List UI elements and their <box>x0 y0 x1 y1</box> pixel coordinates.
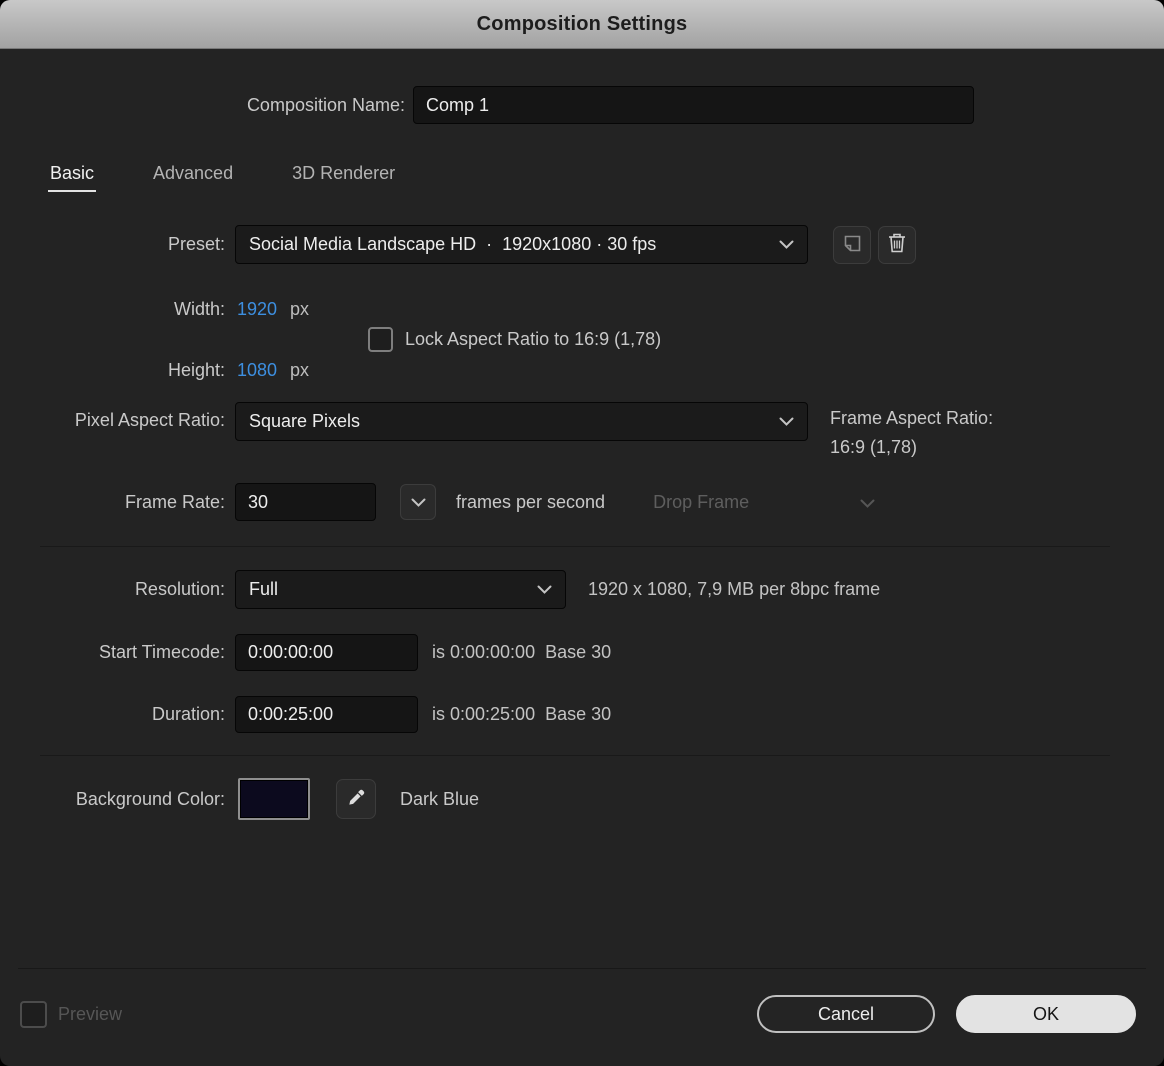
eyedropper-icon <box>346 788 366 811</box>
eyedropper-button[interactable] <box>336 779 376 819</box>
duration-label: Duration: <box>0 704 225 725</box>
duration-info: is 0:00:25:00 Base 30 <box>432 704 611 725</box>
lock-aspect-checkbox[interactable] <box>368 327 393 352</box>
frame-rate-label: Frame Rate: <box>0 492 225 513</box>
width-row: Width: 1920 px <box>0 299 1164 320</box>
duration-input[interactable] <box>235 696 418 733</box>
trash-icon <box>888 233 906 256</box>
width-unit: px <box>290 299 309 320</box>
frame-aspect-ratio: Frame Aspect Ratio: 16:9 (1,78) <box>830 404 993 441</box>
duration-row: Duration: is 0:00:25:00 Base 30 <box>0 696 1164 733</box>
pixel-aspect-ratio-row: Pixel Aspect Ratio: Square Pixels Frame … <box>0 402 1164 441</box>
start-timecode-label: Start Timecode: <box>0 642 225 663</box>
frames-per-second-label: frames per second <box>456 492 605 513</box>
ok-button[interactable]: OK <box>956 995 1136 1033</box>
resolution-label: Resolution: <box>0 579 225 600</box>
preset-row: Preset: Social Media Landscape HD · 1920… <box>0 225 1164 264</box>
height-value[interactable]: 1080 <box>237 360 277 381</box>
cancel-button[interactable]: Cancel <box>757 995 935 1033</box>
resolution-info: 1920 x 1080, 7,9 MB per 8bpc frame <box>588 579 880 600</box>
start-timecode-row: Start Timecode: is 0:00:00:00 Base 30 <box>0 634 1164 671</box>
height-row: Height: 1080 px <box>0 360 1164 381</box>
preview-checkbox <box>20 1001 47 1028</box>
pixel-aspect-ratio-dropdown[interactable]: Square Pixels <box>235 402 808 441</box>
composition-settings-dialog: Composition Settings Composition Name: B… <box>0 0 1164 1066</box>
title-bar[interactable]: Composition Settings <box>0 0 1164 49</box>
start-timecode-input[interactable] <box>235 634 418 671</box>
chevron-down-icon <box>537 585 552 594</box>
preset-value: Social Media Landscape HD · 1920x1080 · … <box>249 234 656 255</box>
lock-aspect-row: Lock Aspect Ratio to 16:9 (1,78) <box>0 327 1164 352</box>
lock-aspect-label[interactable]: Lock Aspect Ratio to 16:9 (1,78) <box>405 329 661 350</box>
frame-aspect-ratio-value: 16:9 (1,78) <box>830 433 993 462</box>
tab-advanced[interactable]: Advanced <box>151 163 235 192</box>
preset-label: Preset: <box>0 234 225 255</box>
footer: Preview Cancel OK <box>0 969 1164 1066</box>
chevron-down-icon <box>860 492 875 513</box>
background-color-label: Background Color: <box>0 789 225 810</box>
chevron-down-icon <box>779 417 794 426</box>
composition-name-label: Composition Name: <box>0 95 405 116</box>
drop-frame-dropdown: Drop Frame <box>653 492 875 513</box>
dialog-title: Composition Settings <box>477 13 688 36</box>
frame-rate-input[interactable] <box>235 483 376 521</box>
save-preset-icon <box>843 234 862 256</box>
pixel-aspect-ratio-label: Pixel Aspect Ratio: <box>0 402 225 439</box>
background-color-name: Dark Blue <box>400 789 479 810</box>
background-color-row: Background Color: Dark Blue <box>0 778 1164 820</box>
height-label: Height: <box>0 360 225 381</box>
preview-label: Preview <box>58 1004 122 1025</box>
dialog-content: Composition Name: Basic Advanced 3D Rend… <box>0 49 1164 1066</box>
chevron-down-icon <box>779 240 794 249</box>
resolution-row: Resolution: Full 1920 x 1080, 7,9 MB per… <box>0 570 1164 609</box>
frame-rate-dropdown-button[interactable] <box>400 484 436 520</box>
divider <box>40 546 1110 547</box>
spacer <box>0 820 1164 968</box>
width-value[interactable]: 1920 <box>237 299 277 320</box>
pixel-aspect-ratio-value: Square Pixels <box>249 411 360 432</box>
preview-toggle: Preview <box>20 1001 122 1028</box>
chevron-down-icon <box>411 495 426 510</box>
width-label: Width: <box>0 299 225 320</box>
save-preset-button[interactable] <box>833 226 871 264</box>
composition-name-input[interactable] <box>413 86 974 124</box>
frame-rate-row: Frame Rate: frames per second Drop Frame <box>0 483 1164 521</box>
start-timecode-info: is 0:00:00:00 Base 30 <box>432 642 611 663</box>
height-unit: px <box>290 360 309 381</box>
preset-dropdown[interactable]: Social Media Landscape HD · 1920x1080 · … <box>235 225 808 264</box>
divider <box>40 755 1110 756</box>
tab-basic[interactable]: Basic <box>48 163 96 192</box>
tab-3d-renderer[interactable]: 3D Renderer <box>290 163 397 192</box>
delete-preset-button[interactable] <box>878 226 916 264</box>
tab-bar: Basic Advanced 3D Renderer <box>48 163 1164 192</box>
background-color-swatch[interactable] <box>238 778 310 820</box>
resolution-value: Full <box>249 579 278 600</box>
composition-name-row: Composition Name: <box>0 86 1164 124</box>
frame-aspect-ratio-label: Frame Aspect Ratio: <box>830 404 993 433</box>
drop-frame-value: Drop Frame <box>653 492 749 513</box>
resolution-dropdown[interactable]: Full <box>235 570 566 609</box>
